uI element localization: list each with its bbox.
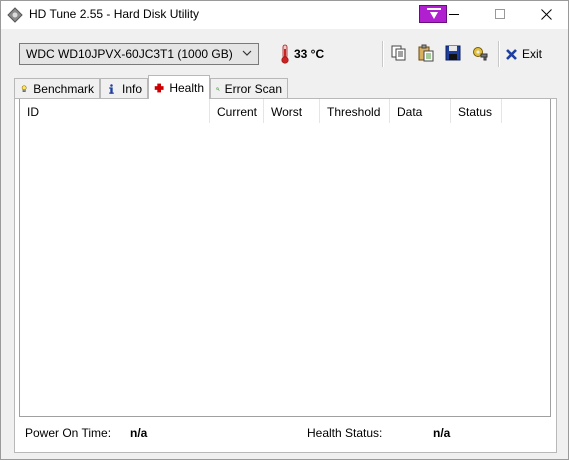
list-header: ID Current Worst Threshold Data Status	[20, 99, 550, 123]
column-header-threshold[interactable]: Threshold	[320, 99, 390, 123]
clipboard-icon[interactable]	[417, 44, 435, 62]
tab-info-label: Info	[121, 81, 142, 96]
window-title: HD Tune 2.55 - Hard Disk Utility	[29, 7, 200, 21]
health-status-label: Health Status:	[307, 426, 383, 440]
maximize-button[interactable]	[477, 1, 523, 29]
tab-error-scan[interactable]: Error Scan	[210, 78, 288, 98]
tab-health[interactable]: Health	[148, 75, 210, 99]
health-panel: ID Current Worst Threshold Data Status P…	[14, 98, 557, 453]
column-header-worst[interactable]: Worst	[264, 99, 320, 123]
minimize-button[interactable]	[431, 1, 477, 29]
temperature-value: 33 °C	[294, 47, 325, 61]
toolbar-separator	[498, 41, 500, 67]
red-cross-icon	[154, 83, 164, 92]
column-header-data[interactable]: Data	[390, 99, 451, 123]
copy-icon[interactable]	[390, 44, 408, 62]
exit-button[interactable]: Exit	[505, 45, 542, 63]
options-key-icon[interactable]	[471, 44, 489, 62]
thermometer-icon	[281, 44, 289, 64]
column-header-id[interactable]: ID	[20, 99, 210, 123]
column-header-status[interactable]: Status	[451, 99, 502, 123]
tab-benchmark[interactable]: Benchmark	[14, 78, 100, 98]
lightbulb-icon	[21, 84, 27, 92]
chevron-down-icon	[242, 50, 252, 56]
maximize-icon	[495, 9, 505, 19]
toolbar-separator	[382, 41, 384, 67]
tab-health-label: Health	[169, 80, 204, 95]
tab-error-scan-label: Error Scan	[224, 81, 282, 96]
tab-info[interactable]: Info	[100, 78, 148, 98]
save-icon[interactable]	[444, 44, 462, 62]
hard-disk-app-icon	[7, 7, 23, 23]
exit-x-icon	[506, 48, 517, 60]
column-header-current[interactable]: Current	[210, 99, 264, 123]
minimize-icon	[449, 14, 459, 15]
info-icon	[109, 83, 114, 94]
app-window: HD Tune 2.55 - Hard Disk Utility WDC WD1…	[0, 0, 569, 460]
smart-attributes-list[interactable]: ID Current Worst Threshold Data Status	[19, 99, 551, 417]
power-on-time-label: Power On Time:	[25, 426, 112, 440]
power-on-time-value: n/a	[130, 426, 148, 440]
title-bar: HD Tune 2.55 - Hard Disk Utility	[1, 1, 568, 29]
close-button[interactable]	[523, 1, 569, 29]
close-icon	[541, 9, 552, 20]
health-status-value: n/a	[433, 426, 451, 440]
drive-select[interactable]: WDC WD10JPVX-60JC3T1 (1000 GB)	[19, 43, 259, 65]
drive-select-value: WDC WD10JPVX-60JC3T1 (1000 GB)	[26, 47, 233, 61]
exit-label: Exit	[522, 47, 543, 61]
tab-benchmark-label: Benchmark	[33, 81, 94, 96]
magnifier-icon	[216, 86, 220, 91]
